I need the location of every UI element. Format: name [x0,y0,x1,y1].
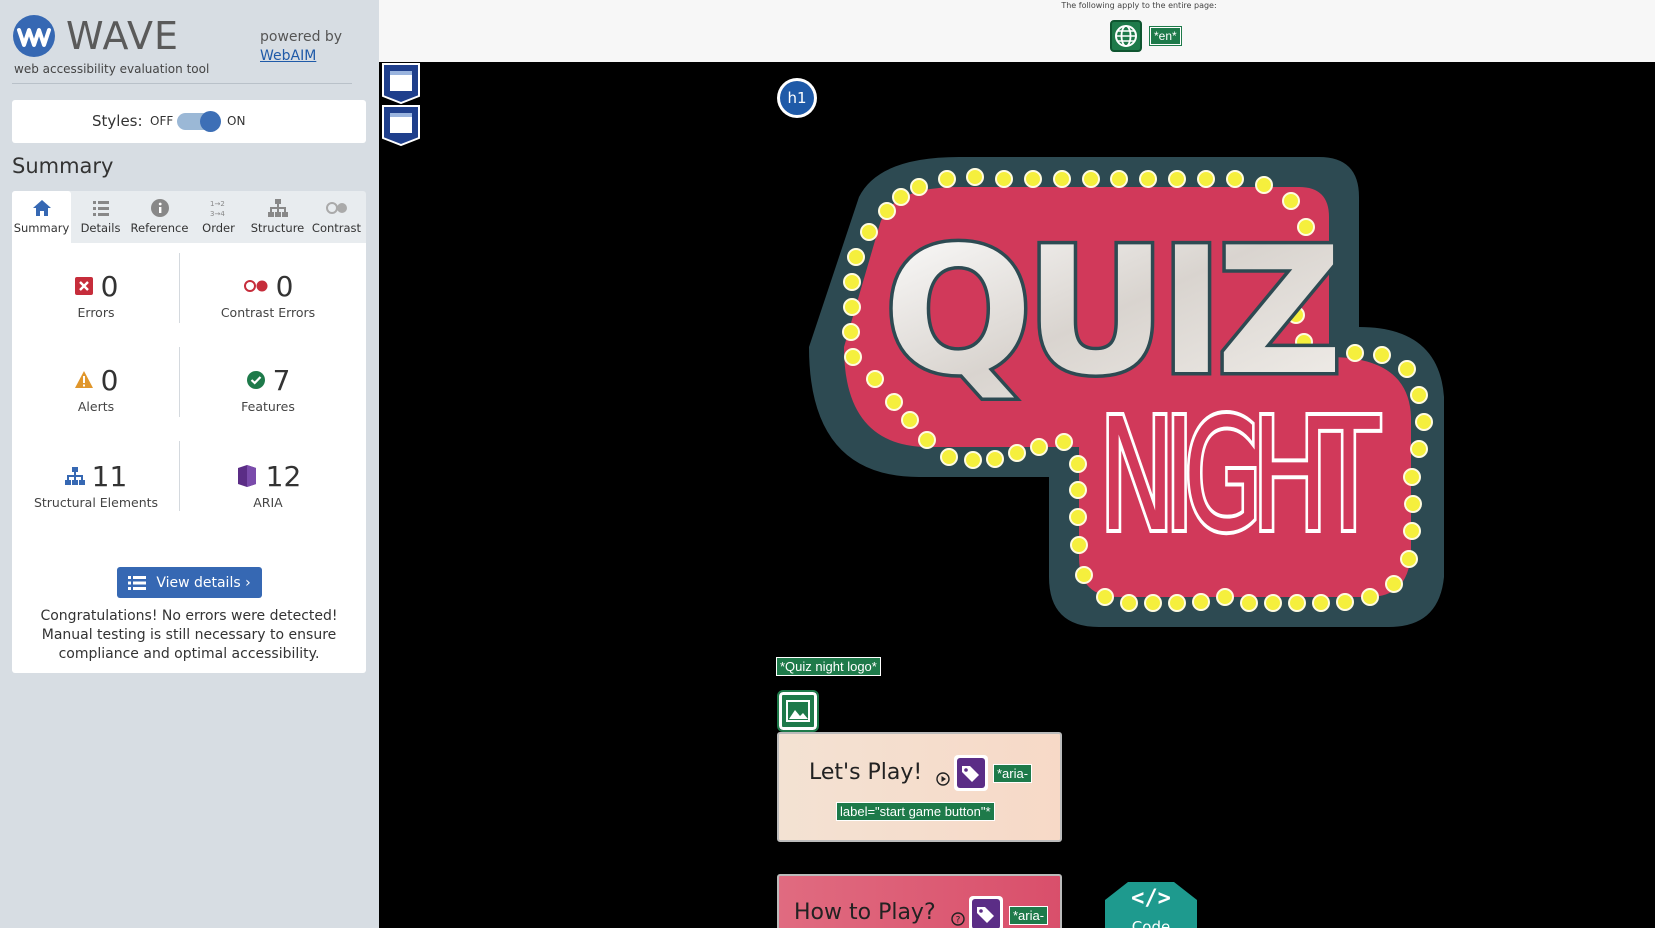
aria-landmark-icon[interactable] [381,62,421,104]
lets-play-label: Let's Play! [809,760,923,785]
contrast-errors-count: 0 [275,269,294,303]
logo-quiz-text: QUIZ [884,211,1336,414]
language-globe-icon[interactable] [1110,20,1142,52]
stats-divider [179,347,180,417]
h1-heading-icon[interactable]: h1 [777,78,817,118]
h1-badge-text: h1 [780,81,814,115]
stat-structural[interactable]: 11 Structural Elements [16,459,176,511]
stats-divider [179,441,180,511]
contrast-error-icon [243,280,268,292]
tab-summary[interactable]: Summary [12,191,71,243]
tab-label: Reference [130,221,189,235]
congrats-message: Congratulations! No errors were detected… [40,608,338,662]
tab-label: Order [202,221,235,235]
structural-count: 11 [91,459,128,493]
wave-logo-icon [13,15,55,57]
tab-reference[interactable]: Reference [130,191,189,243]
alerts-count: 0 [100,363,119,397]
wave-sidebar: WAVE web accessibility evaluation tool p… [0,0,379,928]
svg-text:1→2: 1→2 [210,200,225,208]
page-level-note: The following apply to the entire page: [1061,1,1217,10]
webaim-link[interactable]: WebAIM [260,48,316,64]
wave-wordmark: WAVE [66,14,180,58]
alert-icon [74,371,93,388]
aria-label-tag-text: *aria- [993,764,1033,783]
svg-text:?: ? [956,916,961,926]
summary-heading: Summary [12,154,114,178]
aria-label-tag-text: label="start game button"* [836,802,995,821]
tab-order[interactable]: 1→2 3→4 Order [189,191,248,243]
structure-icon [267,199,288,217]
stat-features[interactable]: 7 Features [188,363,348,415]
styles-toggle-panel: Styles: OFF ON [12,100,366,143]
errors-label: Errors [77,305,115,320]
styles-toggle[interactable] [177,111,221,132]
features-count: 7 [272,363,291,397]
aria-landmark-icon[interactable] [381,104,421,146]
info-icon [150,199,169,217]
structure-icon [64,467,85,485]
view-details-button[interactable]: View details › [117,567,262,598]
code-label: Code [1131,918,1171,928]
stat-errors[interactable]: 0 Errors [16,269,176,320]
toggle-knob [200,111,221,132]
svg-text:3→4: 3→4 [210,210,225,218]
stat-contrast-errors[interactable]: 0 Contrast Errors [188,269,348,321]
aria-icon [237,465,256,487]
contrast-icon [325,202,347,214]
how-to-play-button[interactable]: How to Play? ? *aria- [777,874,1062,928]
quiz-night-logo: QUIZ NIGHT [809,157,1444,627]
stat-alerts[interactable]: 0 Alerts [16,363,176,414]
code-icon: </> [1131,886,1171,911]
home-icon [32,200,51,216]
order-icon: 1→23→4 [210,200,225,218]
wave-tabs: Summary Details Reference 1→2 3→4 Order S… [12,191,366,243]
stat-aria[interactable]: 12 ARIA [188,459,348,510]
alerts-label: Alerts [77,399,115,414]
code-button[interactable]: </> Code [1105,882,1197,928]
image-alt-icon[interactable] [777,690,819,732]
image-icon [786,700,810,722]
tab-label: Summary [13,221,70,235]
aria-label-tag-text: *aria- [1009,906,1049,925]
powered-by-text: powered by [260,29,343,45]
aria-label: ARIA [253,495,283,510]
logo-alt-tag: *Quiz night logo* [776,657,881,676]
wave-brand: WAVE web accessibility evaluation tool p… [12,14,352,84]
tab-details[interactable]: Details [71,191,130,243]
features-label: Features [241,399,295,414]
lets-play-button[interactable]: Let's Play! *aria- label="start game but… [777,732,1062,842]
aria-label-tag-icon [969,896,1003,928]
play-icon [936,772,950,786]
list-icon [128,575,147,590]
styles-on-label: ON [227,114,246,128]
language-tag: *en* [1149,26,1182,46]
list-icon [92,201,109,216]
globe-icon [1115,25,1137,47]
contrast-errors-label: Contrast Errors [220,305,316,320]
how-to-play-label: How to Play? [794,900,936,925]
tab-contrast[interactable]: Contrast [307,191,366,243]
styles-label: Styles: [92,112,143,130]
tab-label: Structure [250,221,305,235]
styles-off-label: OFF [150,114,174,128]
view-details-label: View details › [156,574,251,591]
error-icon [74,277,93,295]
aria-count: 12 [265,459,302,493]
tab-structure[interactable]: Structure [248,191,307,243]
logo-night-text: NIGHT [1099,385,1380,566]
aria-label-tag-icon [954,755,988,791]
errors-count: 0 [100,269,119,303]
help-icon: ? [951,912,965,926]
tab-label: Contrast [311,221,362,235]
evaluated-page: h1 QUIZ NIGHT *Quiz night logo* Let's Pl… [379,62,1655,928]
tab-label: Details [80,221,121,235]
feature-check-icon [246,371,265,389]
structural-label: Structural Elements [33,495,159,510]
page-level-bar: The following apply to the entire page: … [379,0,1655,62]
stats-divider [179,253,180,323]
summary-panel: 0 Errors 0 Contrast Errors 0 Alerts 7 Fe… [12,243,366,673]
wave-tagline: web accessibility evaluation tool [14,62,210,76]
